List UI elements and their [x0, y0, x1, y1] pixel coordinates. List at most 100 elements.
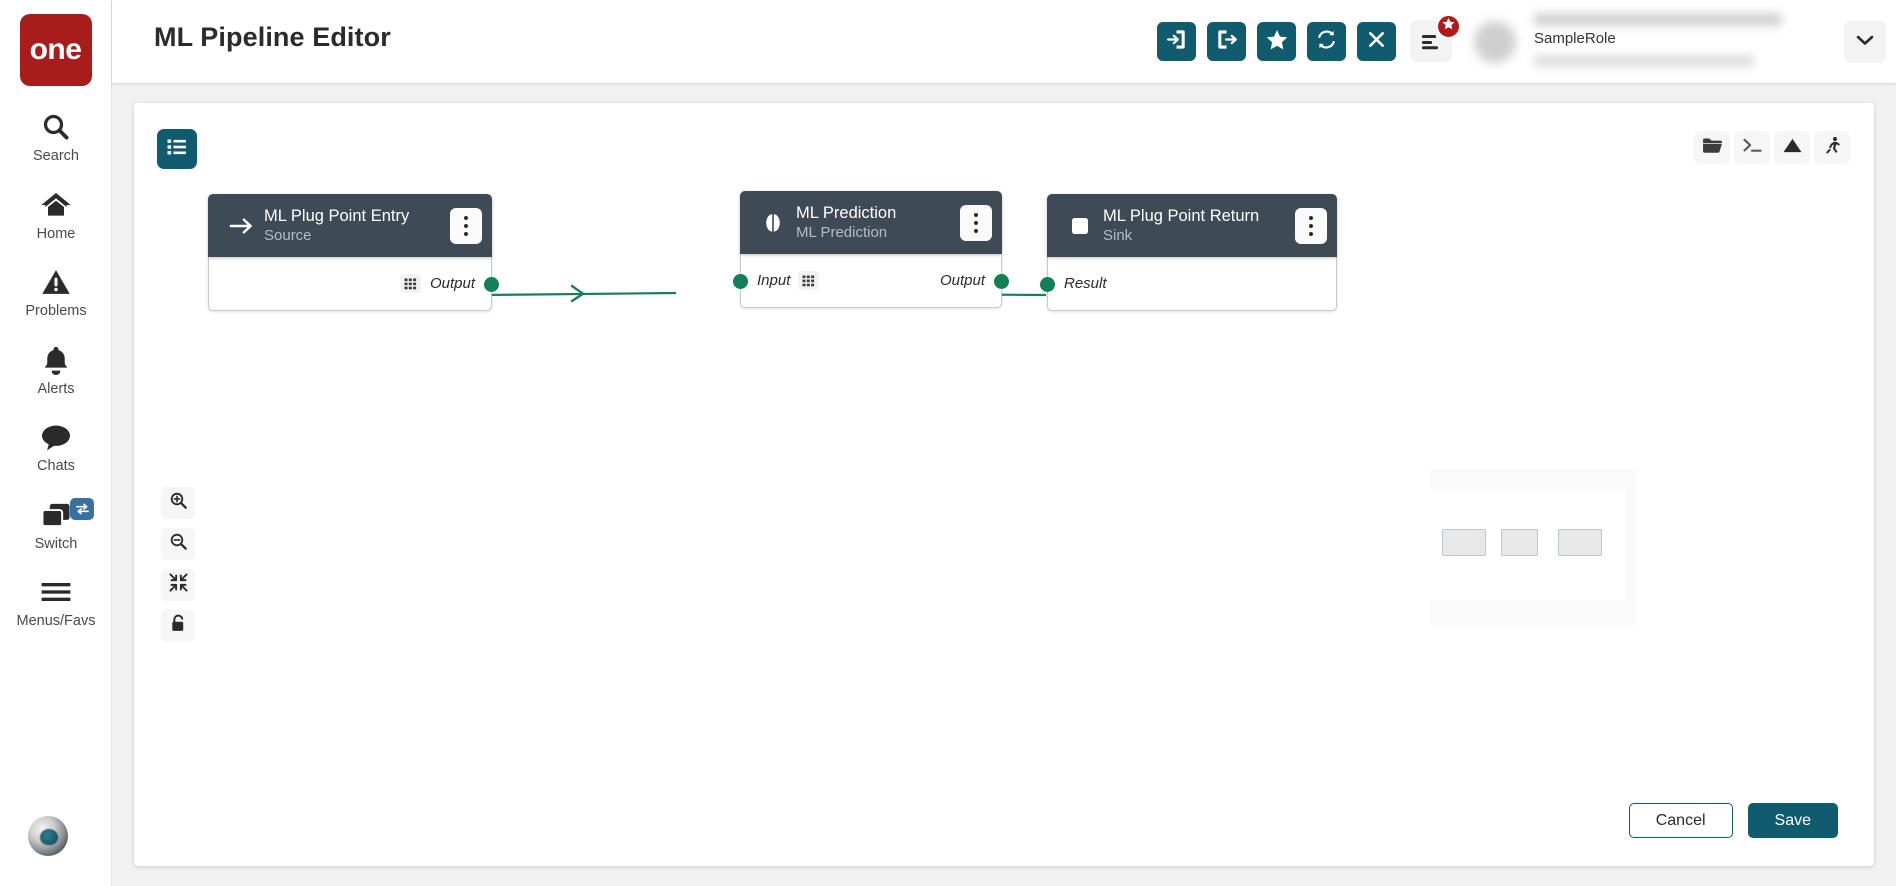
node-subtitle: ML Prediction — [796, 224, 888, 241]
node-header[interactable]: ML Plug Point Entry Source — [208, 194, 492, 257]
node-ml-plug-point-return[interactable]: ML Plug Point Return Sink Result — [1040, 194, 1337, 311]
zoom-out-icon — [169, 532, 188, 556]
chevron-down-icon — [1856, 33, 1874, 51]
sidebar-item-search[interactable]: Search — [0, 110, 112, 164]
menu-star-badge — [1436, 13, 1461, 39]
kebab-menu-icon[interactable] — [1295, 207, 1327, 244]
fit-to-screen-button[interactable] — [161, 569, 195, 601]
sidebar-item-chats[interactable]: Chats — [0, 420, 112, 474]
app-logo-text: one — [29, 33, 82, 66]
zoom-out-button[interactable] — [161, 528, 195, 560]
save-button[interactable]: Save — [1747, 803, 1838, 838]
kebab-menu-icon[interactable] — [450, 207, 482, 244]
user-avatar[interactable] — [1474, 20, 1516, 63]
node-title-block: ML Prediction ML Prediction — [790, 203, 950, 242]
port-input-handle[interactable] — [733, 274, 748, 289]
app-root: one Search Home Problems Alerts Chats Sw… — [0, 0, 1896, 886]
sidebar-item-alerts[interactable]: Alerts — [0, 343, 112, 397]
user-dropdown-button[interactable] — [1844, 20, 1886, 63]
sync-refresh-icon — [1316, 29, 1337, 55]
sidebar-item-problems[interactable]: Problems — [0, 265, 112, 319]
port-label-input: Input — [757, 272, 791, 289]
global-sidebar: one Search Home Problems Alerts Chats Sw… — [0, 0, 112, 886]
square-icon — [1063, 215, 1097, 237]
export-button[interactable] — [1207, 22, 1246, 61]
node-header[interactable]: ML Plug Point Return Sink — [1047, 194, 1337, 257]
brain-icon — [756, 211, 790, 235]
sidebar-item-home[interactable]: Home — [0, 188, 112, 242]
bell-icon — [39, 343, 73, 377]
node-ports: Output — [208, 257, 499, 311]
node-ml-plug-point-entry[interactable]: ML Plug Point Entry Source Output — [208, 194, 499, 311]
windows-stack-icon — [39, 498, 73, 532]
refresh-button[interactable] — [1307, 22, 1346, 61]
canvas-minimap[interactable] — [1430, 469, 1637, 625]
minimap-node — [1558, 529, 1602, 556]
port-label-output: Output — [939, 272, 985, 289]
grid-icon[interactable] — [399, 274, 421, 293]
minimap-node — [1501, 529, 1538, 556]
file-import-icon — [1166, 29, 1187, 55]
import-button[interactable] — [1157, 22, 1196, 61]
pipeline-canvas[interactable]: ML Plug Point Entry Source Output ML Pre… — [134, 103, 1874, 866]
avatar[interactable] — [28, 816, 68, 856]
node-title: ML Plug Point Return — [1103, 207, 1260, 225]
lock-canvas-button[interactable] — [161, 610, 195, 642]
node-subtitle: Sink — [1103, 227, 1133, 244]
padlock-icon — [170, 614, 187, 638]
node-header[interactable]: ML Prediction ML Prediction — [740, 191, 1002, 254]
header-menu-button[interactable] — [1410, 13, 1461, 64]
minimap-node — [1442, 529, 1486, 556]
sidebar-item-label: Chats — [37, 458, 75, 474]
cancel-button[interactable]: Cancel — [1628, 803, 1733, 838]
app-logo[interactable]: one — [19, 14, 92, 86]
sidebar-item-menus-favs[interactable]: Menus/Favs — [0, 575, 112, 629]
warning-triangle-icon — [39, 265, 73, 299]
edge-arrow-1 — [570, 284, 585, 303]
node-ports: Input Output — [733, 254, 1009, 308]
close-button[interactable] — [1357, 22, 1396, 61]
main-area: ML Pipeline Editor SampleRole ML Plug Po… — [112, 0, 1896, 886]
page-header: ML Pipeline Editor SampleRole — [112, 0, 1896, 83]
file-export-icon — [1216, 29, 1237, 55]
port-input-handle[interactable] — [1040, 277, 1055, 292]
sidebar-item-switch[interactable]: Switch — [0, 497, 112, 552]
sidebar-item-label: Switch — [34, 535, 78, 552]
search-icon — [39, 110, 73, 144]
node-title-block: ML Plug Point Entry Source — [258, 206, 440, 245]
port-output-handle[interactable] — [484, 277, 499, 292]
grid-icon[interactable] — [798, 271, 820, 290]
kebab-menu-icon[interactable] — [960, 204, 992, 241]
hamburger-icon — [39, 575, 73, 609]
node-title: ML Plug Point Entry — [264, 207, 410, 225]
port-output-handle[interactable] — [994, 274, 1009, 289]
minimap-viewport[interactable] — [1430, 489, 1626, 600]
edge-entry-to-prediction — [485, 291, 677, 297]
home-icon — [39, 188, 73, 222]
zoom-toolbar — [161, 487, 195, 642]
compress-arrows-icon — [168, 573, 188, 597]
header-user-area: SampleRole — [1410, 0, 1886, 83]
node-ml-prediction[interactable]: ML Prediction ML Prediction Input Output — [733, 191, 1009, 308]
node-subtitle: Source — [264, 227, 312, 244]
page-title: ML Pipeline Editor — [154, 22, 391, 52]
user-info: SampleRole — [1528, 11, 1828, 73]
node-title-block: ML Plug Point Return Sink — [1097, 206, 1285, 245]
header-action-group — [1157, 22, 1396, 61]
port-label-result: Result — [1064, 275, 1107, 292]
zoom-in-icon — [169, 491, 188, 515]
swap-arrows-icon[interactable] — [70, 497, 94, 520]
close-x-icon — [1367, 30, 1386, 54]
user-name-redacted — [1534, 12, 1782, 26]
sidebar-item-label: Search — [33, 148, 79, 164]
editor-card: ML Plug Point Entry Source Output ML Pre… — [134, 103, 1874, 866]
favorite-button[interactable] — [1257, 22, 1296, 61]
sidebar-item-label: Menus/Favs — [16, 613, 96, 629]
sidebar-item-label: Home — [36, 225, 76, 242]
arrow-right-icon — [224, 216, 258, 236]
form-actions: Cancel Save — [1628, 803, 1838, 838]
node-title: ML Prediction — [796, 204, 897, 222]
star-icon — [1442, 17, 1455, 35]
zoom-in-button[interactable] — [161, 487, 195, 519]
user-org-redacted — [1534, 54, 1754, 67]
